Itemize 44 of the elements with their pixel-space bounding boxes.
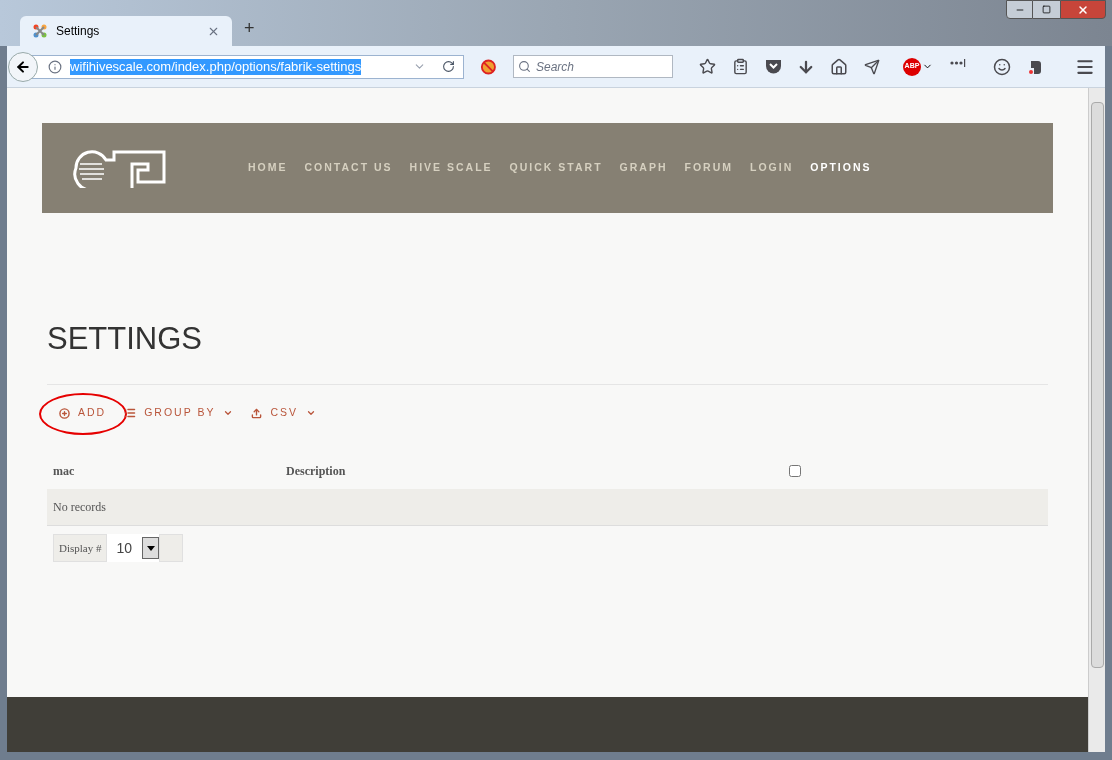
nav-link[interactable]: FORUM — [684, 160, 733, 176]
page-title: SETTINGS — [47, 323, 203, 354]
display-label: Display # — [53, 534, 108, 562]
toolbar-action[interactable]: CSV — [251, 405, 316, 421]
search-icon — [518, 60, 531, 73]
upload-icon — [251, 407, 263, 419]
site-logo[interactable] — [72, 148, 168, 188]
nav-link[interactable]: LOGIN — [749, 160, 794, 176]
browser-tab[interactable]: Settings — [20, 16, 232, 46]
list-icon — [124, 407, 137, 419]
minimize-button[interactable] — [1006, 0, 1033, 19]
empty-message: No records — [53, 499, 106, 516]
info-icon[interactable] — [48, 59, 62, 74]
search-field[interactable]: Search — [513, 55, 673, 78]
nav-link[interactable]: GRAPH — [619, 160, 668, 176]
app-logo-icon — [32, 23, 48, 39]
pager-addon — [159, 534, 184, 562]
tab-title: Settings — [56, 23, 101, 40]
maximize-button[interactable] — [1033, 0, 1060, 19]
nav-link[interactable]: OPTIONS — [810, 160, 872, 176]
close-icon — [1077, 3, 1089, 16]
toolbar-action[interactable]: GROUP BY — [124, 405, 234, 421]
close-window-button[interactable] — [1060, 0, 1106, 19]
nav-link[interactable]: HOME — [248, 160, 288, 176]
nav-link[interactable]: CONTACT US — [304, 160, 393, 176]
column-header: mac — [53, 463, 76, 480]
back-button[interactable] — [8, 51, 38, 82]
column-header: Description — [286, 463, 347, 480]
nav-link[interactable]: HIVE SCALE — [409, 160, 493, 176]
plus-circle-icon — [59, 407, 70, 419]
select-all-checkbox[interactable] — [789, 465, 801, 477]
reload-icon[interactable] — [442, 60, 456, 73]
caret-icon — [223, 408, 234, 418]
signal-icon[interactable] — [950, 58, 966, 67]
blocked-icon[interactable] — [480, 57, 497, 76]
toolbar-action[interactable]: ADD — [59, 405, 107, 421]
dropdown-arrow-icon — [146, 545, 155, 551]
caret-icon — [306, 408, 316, 418]
page-size-select[interactable]: 10 — [107, 534, 160, 562]
nav-link[interactable]: QUICK START — [509, 160, 603, 176]
new-tab-button[interactable]: + — [244, 15, 255, 42]
scrollbar[interactable] — [1088, 88, 1105, 752]
url-text: wifihivescale.com/index.php/options/fabrik-settings — [70, 58, 362, 75]
maximize-icon — [1042, 5, 1051, 14]
